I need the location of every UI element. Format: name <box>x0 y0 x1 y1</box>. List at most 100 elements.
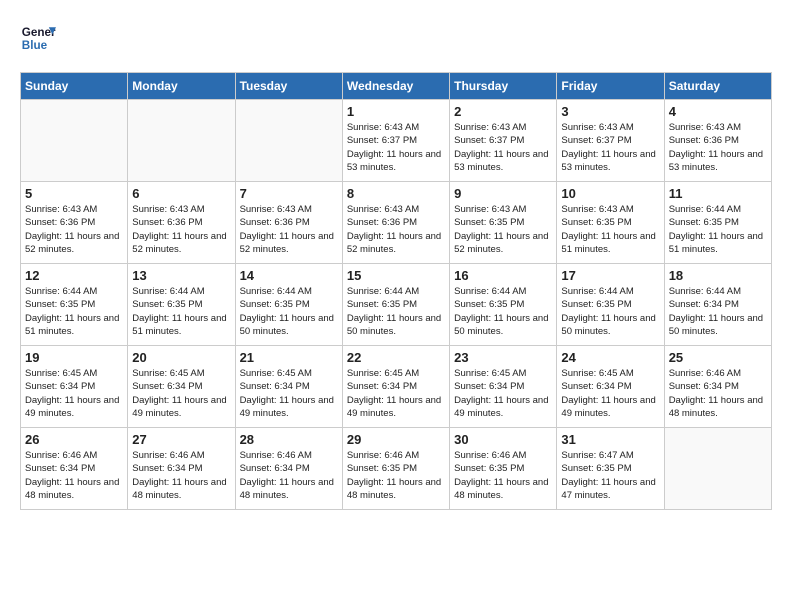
day-number: 17 <box>561 268 659 283</box>
day-number: 21 <box>240 350 338 365</box>
calendar-week-row: 1 Sunrise: 6:43 AMSunset: 6:37 PMDaylight… <box>21 100 772 182</box>
day-number: 8 <box>347 186 445 201</box>
cell-info: Sunrise: 6:45 AMSunset: 6:34 PMDaylight:… <box>240 367 338 420</box>
cell-info: Sunrise: 6:43 AMSunset: 6:35 PMDaylight:… <box>454 203 552 256</box>
day-number: 7 <box>240 186 338 201</box>
day-number: 13 <box>132 268 230 283</box>
calendar-cell: 2 Sunrise: 6:43 AMSunset: 6:37 PMDaylight… <box>450 100 557 182</box>
logo: General Blue <box>20 20 56 56</box>
day-number: 27 <box>132 432 230 447</box>
day-number: 18 <box>669 268 767 283</box>
cell-info: Sunrise: 6:47 AMSunset: 6:35 PMDaylight:… <box>561 449 659 502</box>
cell-info: Sunrise: 6:43 AMSunset: 6:36 PMDaylight:… <box>132 203 230 256</box>
calendar-cell <box>128 100 235 182</box>
day-number: 20 <box>132 350 230 365</box>
calendar-week-row: 26 Sunrise: 6:46 AMSunset: 6:34 PMDayligh… <box>21 428 772 510</box>
calendar-cell: 30 Sunrise: 6:46 AMSunset: 6:35 PMDayligh… <box>450 428 557 510</box>
calendar-cell: 21 Sunrise: 6:45 AMSunset: 6:34 PMDayligh… <box>235 346 342 428</box>
day-of-week-header: Thursday <box>450 73 557 100</box>
cell-info: Sunrise: 6:45 AMSunset: 6:34 PMDaylight:… <box>347 367 445 420</box>
cell-info: Sunrise: 6:43 AMSunset: 6:36 PMDaylight:… <box>25 203 123 256</box>
cell-info: Sunrise: 6:46 AMSunset: 6:35 PMDaylight:… <box>454 449 552 502</box>
cell-info: Sunrise: 6:43 AMSunset: 6:37 PMDaylight:… <box>347 121 445 174</box>
day-number: 15 <box>347 268 445 283</box>
calendar-cell: 15 Sunrise: 6:44 AMSunset: 6:35 PMDayligh… <box>342 264 449 346</box>
day-of-week-header: Tuesday <box>235 73 342 100</box>
calendar-header-row: SundayMondayTuesdayWednesdayThursdayFrid… <box>21 73 772 100</box>
cell-info: Sunrise: 6:44 AMSunset: 6:35 PMDaylight:… <box>669 203 767 256</box>
calendar-week-row: 5 Sunrise: 6:43 AMSunset: 6:36 PMDaylight… <box>21 182 772 264</box>
calendar-cell: 9 Sunrise: 6:43 AMSunset: 6:35 PMDaylight… <box>450 182 557 264</box>
cell-info: Sunrise: 6:45 AMSunset: 6:34 PMDaylight:… <box>132 367 230 420</box>
calendar-cell: 5 Sunrise: 6:43 AMSunset: 6:36 PMDaylight… <box>21 182 128 264</box>
day-number: 2 <box>454 104 552 119</box>
calendar-cell: 10 Sunrise: 6:43 AMSunset: 6:35 PMDayligh… <box>557 182 664 264</box>
day-number: 19 <box>25 350 123 365</box>
calendar-cell: 6 Sunrise: 6:43 AMSunset: 6:36 PMDaylight… <box>128 182 235 264</box>
cell-info: Sunrise: 6:43 AMSunset: 6:36 PMDaylight:… <box>240 203 338 256</box>
calendar-cell: 29Sunrise: 6:46 AMSunset: 6:35 PMDayligh… <box>342 428 449 510</box>
day-number: 31 <box>561 432 659 447</box>
day-number: 30 <box>454 432 552 447</box>
calendar-cell: 24 Sunrise: 6:45 AMSunset: 6:34 PMDayligh… <box>557 346 664 428</box>
day-number: 22 <box>347 350 445 365</box>
cell-info: Sunrise: 6:46 AMSunset: 6:34 PMDaylight:… <box>132 449 230 502</box>
cell-info: Sunrise: 6:44 AMSunset: 6:35 PMDaylight:… <box>25 285 123 338</box>
calendar-cell: 14 Sunrise: 6:44 AMSunset: 6:35 PMDayligh… <box>235 264 342 346</box>
day-number: 14 <box>240 268 338 283</box>
calendar-cell: 23 Sunrise: 6:45 AMSunset: 6:34 PMDayligh… <box>450 346 557 428</box>
calendar-cell: 11 Sunrise: 6:44 AMSunset: 6:35 PMDayligh… <box>664 182 771 264</box>
day-number: 28 <box>240 432 338 447</box>
calendar-cell: 7 Sunrise: 6:43 AMSunset: 6:36 PMDaylight… <box>235 182 342 264</box>
day-number: 6 <box>132 186 230 201</box>
calendar-cell <box>21 100 128 182</box>
calendar-cell: 28 Sunrise: 6:46 AMSunset: 6:34 PMDayligh… <box>235 428 342 510</box>
calendar-cell: 8Sunrise: 6:43 AMSunset: 6:36 PMDaylight… <box>342 182 449 264</box>
cell-info: Sunrise: 6:44 AMSunset: 6:35 PMDaylight:… <box>347 285 445 338</box>
day-number: 26 <box>25 432 123 447</box>
calendar-cell: 13 Sunrise: 6:44 AMSunset: 6:35 PMDayligh… <box>128 264 235 346</box>
calendar-cell: 22 Sunrise: 6:45 AMSunset: 6:34 PMDayligh… <box>342 346 449 428</box>
day-of-week-header: Friday <box>557 73 664 100</box>
calendar-cell: 20 Sunrise: 6:45 AMSunset: 6:34 PMDayligh… <box>128 346 235 428</box>
day-of-week-header: Wednesday <box>342 73 449 100</box>
calendar-cell: 4Sunrise: 6:43 AMSunset: 6:36 PMDaylight… <box>664 100 771 182</box>
cell-info: Sunrise: 6:46 AMSunset: 6:34 PMDaylight:… <box>240 449 338 502</box>
day-number: 24 <box>561 350 659 365</box>
cell-info: Sunrise: 6:46 AMSunset: 6:34 PMDaylight:… <box>25 449 123 502</box>
day-number: 11 <box>669 186 767 201</box>
day-number: 12 <box>25 268 123 283</box>
day-number: 9 <box>454 186 552 201</box>
cell-info: Sunrise: 6:43 AMSunset: 6:35 PMDaylight:… <box>561 203 659 256</box>
calendar-cell: 3Sunrise: 6:43 AMSunset: 6:37 PMDaylight… <box>557 100 664 182</box>
cell-info: Sunrise: 6:44 AMSunset: 6:35 PMDaylight:… <box>132 285 230 338</box>
calendar-cell: 12 Sunrise: 6:44 AMSunset: 6:35 PMDayligh… <box>21 264 128 346</box>
calendar-cell: 27 Sunrise: 6:46 AMSunset: 6:34 PMDayligh… <box>128 428 235 510</box>
cell-info: Sunrise: 6:45 AMSunset: 6:34 PMDaylight:… <box>454 367 552 420</box>
cell-info: Sunrise: 6:44 AMSunset: 6:35 PMDaylight:… <box>454 285 552 338</box>
cell-info: Sunrise: 6:44 AMSunset: 6:35 PMDaylight:… <box>561 285 659 338</box>
day-number: 16 <box>454 268 552 283</box>
cell-info: Sunrise: 6:46 AMSunset: 6:35 PMDaylight:… <box>347 449 445 502</box>
calendar-week-row: 19 Sunrise: 6:45 AMSunset: 6:34 PMDayligh… <box>21 346 772 428</box>
calendar-cell: 1 Sunrise: 6:43 AMSunset: 6:37 PMDaylight… <box>342 100 449 182</box>
day-number: 10 <box>561 186 659 201</box>
day-number: 23 <box>454 350 552 365</box>
calendar-cell: 19 Sunrise: 6:45 AMSunset: 6:34 PMDayligh… <box>21 346 128 428</box>
day-number: 1 <box>347 104 445 119</box>
calendar-cell: 31 Sunrise: 6:47 AMSunset: 6:35 PMDayligh… <box>557 428 664 510</box>
day-number: 5 <box>25 186 123 201</box>
calendar-cell <box>664 428 771 510</box>
calendar-cell: 17 Sunrise: 6:44 AMSunset: 6:35 PMDayligh… <box>557 264 664 346</box>
calendar-cell: 16 Sunrise: 6:44 AMSunset: 6:35 PMDayligh… <box>450 264 557 346</box>
cell-info: Sunrise: 6:44 AMSunset: 6:35 PMDaylight:… <box>240 285 338 338</box>
calendar-week-row: 12 Sunrise: 6:44 AMSunset: 6:35 PMDayligh… <box>21 264 772 346</box>
cell-info: Sunrise: 6:45 AMSunset: 6:34 PMDaylight:… <box>561 367 659 420</box>
cell-info: Sunrise: 6:45 AMSunset: 6:34 PMDaylight:… <box>25 367 123 420</box>
cell-info: Sunrise: 6:44 AMSunset: 6:34 PMDaylight:… <box>669 285 767 338</box>
logo-icon: General Blue <box>20 20 56 56</box>
cell-info: Sunrise: 6:43 AMSunset: 6:37 PMDaylight:… <box>454 121 552 174</box>
calendar-cell: 26 Sunrise: 6:46 AMSunset: 6:34 PMDayligh… <box>21 428 128 510</box>
svg-text:Blue: Blue <box>22 39 48 52</box>
day-number: 25 <box>669 350 767 365</box>
